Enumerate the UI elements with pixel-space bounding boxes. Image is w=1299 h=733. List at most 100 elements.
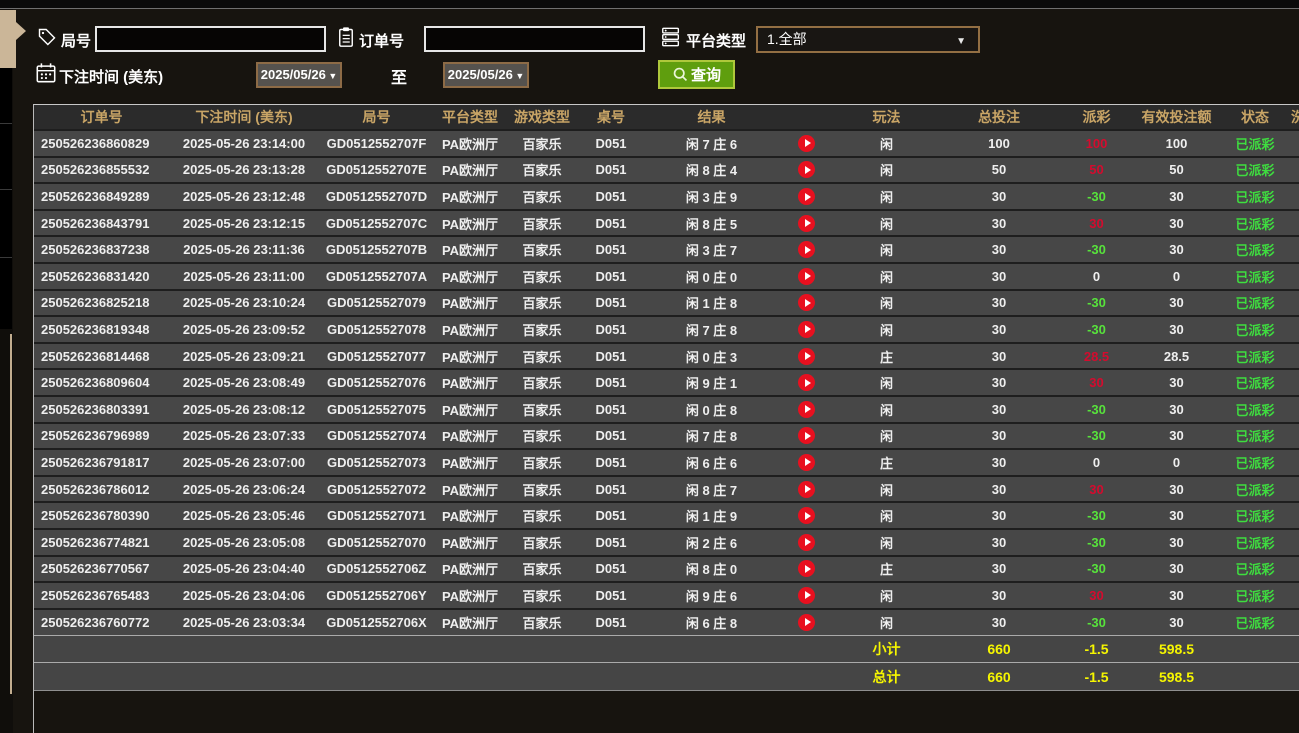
cell-round-number: GD0512552706X <box>319 607 434 636</box>
column-header: 局号 <box>319 105 434 130</box>
cell-empty <box>578 662 644 691</box>
table-row: 250526236803391 2025-05-26 23:08:12 GD0512… <box>34 394 1299 423</box>
cell-round-number: GD0512552707D <box>319 182 434 210</box>
date-from-value: 2025/05/26 <box>260 67 326 82</box>
cell-total-bet: 30 <box>939 394 1059 423</box>
cell-platform-type: PA欧洲厅 <box>434 368 506 396</box>
cell-valid-bet: 30 <box>1134 394 1219 423</box>
cell-replay <box>779 421 834 450</box>
cell-payout: 100 <box>1059 129 1134 157</box>
cell-stub <box>1291 394 1299 423</box>
table-row: 250526236837238 2025-05-26 23:11:36 GD0512… <box>34 235 1299 263</box>
order-number-input[interactable] <box>424 26 645 52</box>
grand-total-row: 总计 660 -1.5 598.5 <box>34 662 1299 691</box>
replay-play-button[interactable] <box>798 400 815 418</box>
replay-play-button[interactable] <box>798 241 815 259</box>
cell-bet-type: 庄 <box>834 448 939 476</box>
sidebar-toggle-tab[interactable] <box>0 10 27 68</box>
cell-order-number: 250526236809604 <box>34 368 169 396</box>
replay-play-button[interactable] <box>798 560 815 578</box>
cell-valid-bet: 30 <box>1134 474 1219 503</box>
cell-empty <box>1291 662 1299 691</box>
replay-play-button[interactable] <box>798 161 815 179</box>
replay-play-button[interactable] <box>798 267 815 285</box>
column-header: 总投注 <box>939 105 1059 130</box>
table-row: 250526236860829 2025-05-26 23:14:00 GD0512… <box>34 129 1299 157</box>
cell-bet-type: 闲 <box>834 182 939 210</box>
cell-payout: -30 <box>1059 527 1134 556</box>
cell-total-bet: 30 <box>939 341 1059 370</box>
replay-play-button[interactable] <box>798 134 815 152</box>
date-from-picker[interactable]: 2025/05/26 <box>256 62 342 88</box>
replay-play-button[interactable] <box>798 586 815 604</box>
column-header: 游戏类型 <box>506 105 578 130</box>
cell-status: 已派彩 <box>1219 394 1291 423</box>
cell-bet-type: 庄 <box>834 341 939 370</box>
cell-empty <box>1219 634 1291 663</box>
round-number-input[interactable] <box>95 26 326 52</box>
cell-platform-type: PA欧洲厅 <box>434 554 506 583</box>
cell-round-number: GD05125527076 <box>319 368 434 396</box>
cell-result: 闲 1 庄 9 <box>644 501 779 529</box>
replay-play-button[interactable] <box>798 347 815 365</box>
cell-valid-bet: 30 <box>1134 581 1219 609</box>
replay-play-button[interactable] <box>798 507 815 525</box>
cell-bet-time: 2025-05-26 23:06:24 <box>169 474 319 503</box>
cell-bet-type: 闲 <box>834 607 939 636</box>
cell-round-number: GD05125527074 <box>319 421 434 450</box>
cell-result: 闲 1 庄 8 <box>644 288 779 317</box>
replay-play-button[interactable] <box>798 320 815 338</box>
cell-replay <box>779 341 834 370</box>
cell-bet-time: 2025-05-26 23:14:00 <box>169 129 319 157</box>
cell-bet-time: 2025-05-26 23:08:49 <box>169 368 319 396</box>
replay-play-button[interactable] <box>798 374 815 392</box>
subtotal-row: 小计 660 -1.5 598.5 <box>34 634 1299 663</box>
cell-bet-type: 闲 <box>834 421 939 450</box>
bet-time-label: 下注时间 (美东) <box>59 69 164 86</box>
query-button[interactable]: 查询 <box>658 60 735 89</box>
cell-result: 闲 7 庄 6 <box>644 129 779 157</box>
table-row: 250526236774821 2025-05-26 23:05:08 GD0512… <box>34 527 1299 556</box>
cell-round-number: GD0512552707E <box>319 155 434 184</box>
cell-total-bet: 30 <box>939 474 1059 503</box>
cell-total-bet: 30 <box>939 527 1059 556</box>
date-to-picker[interactable]: 2025/05/26 <box>443 62 529 88</box>
cell-status: 已派彩 <box>1219 607 1291 636</box>
platform-type-select[interactable]: 1.全部 <box>756 26 980 53</box>
cell-stub <box>1291 607 1299 636</box>
replay-play-button[interactable] <box>798 480 815 498</box>
table-row: 250526236770567 2025-05-26 23:04:40 GD0512… <box>34 554 1299 583</box>
cell-payout: 30 <box>1059 581 1134 609</box>
cell-table-number: D051 <box>578 474 644 503</box>
cell-payout: 30 <box>1059 208 1134 237</box>
cell-table-number: D051 <box>578 607 644 636</box>
bet-records-table-container: 订单号 下注时间 (美东) 局号 平台类型 游戏类型 桌号 结果 玩法 总投注 派彩 有效投注额 状态… <box>33 104 1299 733</box>
cell-bet-type: 闲 <box>834 261 939 290</box>
replay-play-button[interactable] <box>798 613 815 631</box>
table-row: 250526236765483 2025-05-26 23:04:06 GD0512… <box>34 581 1299 609</box>
replay-play-button[interactable] <box>798 453 815 471</box>
total-label: 总计 <box>834 662 939 691</box>
cell-game-type: 百家乐 <box>506 288 578 317</box>
cell-bet-time: 2025-05-26 23:09:21 <box>169 341 319 370</box>
cell-result: 闲 0 庄 3 <box>644 341 779 370</box>
cell-game-type: 百家乐 <box>506 394 578 423</box>
cell-status: 已派彩 <box>1219 421 1291 450</box>
replay-play-button[interactable] <box>798 188 815 206</box>
cell-table-number: D051 <box>578 315 644 343</box>
cell-game-type: 百家乐 <box>506 527 578 556</box>
replay-play-button[interactable] <box>798 427 815 445</box>
cell-table-number: D051 <box>578 421 644 450</box>
chevron-down-icon <box>956 28 966 53</box>
replay-play-button[interactable] <box>798 214 815 232</box>
cell-game-type: 百家乐 <box>506 235 578 263</box>
replay-play-button[interactable] <box>798 533 815 551</box>
replay-play-button[interactable] <box>798 294 815 312</box>
cell-table-number: D051 <box>578 394 644 423</box>
cell-platform-type: PA欧洲厅 <box>434 448 506 476</box>
cell-empty <box>434 634 506 663</box>
cell-result: 闲 0 庄 8 <box>644 394 779 423</box>
cell-total-bet: 30 <box>939 235 1059 263</box>
cell-stub <box>1291 448 1299 476</box>
cell-stub <box>1291 501 1299 529</box>
